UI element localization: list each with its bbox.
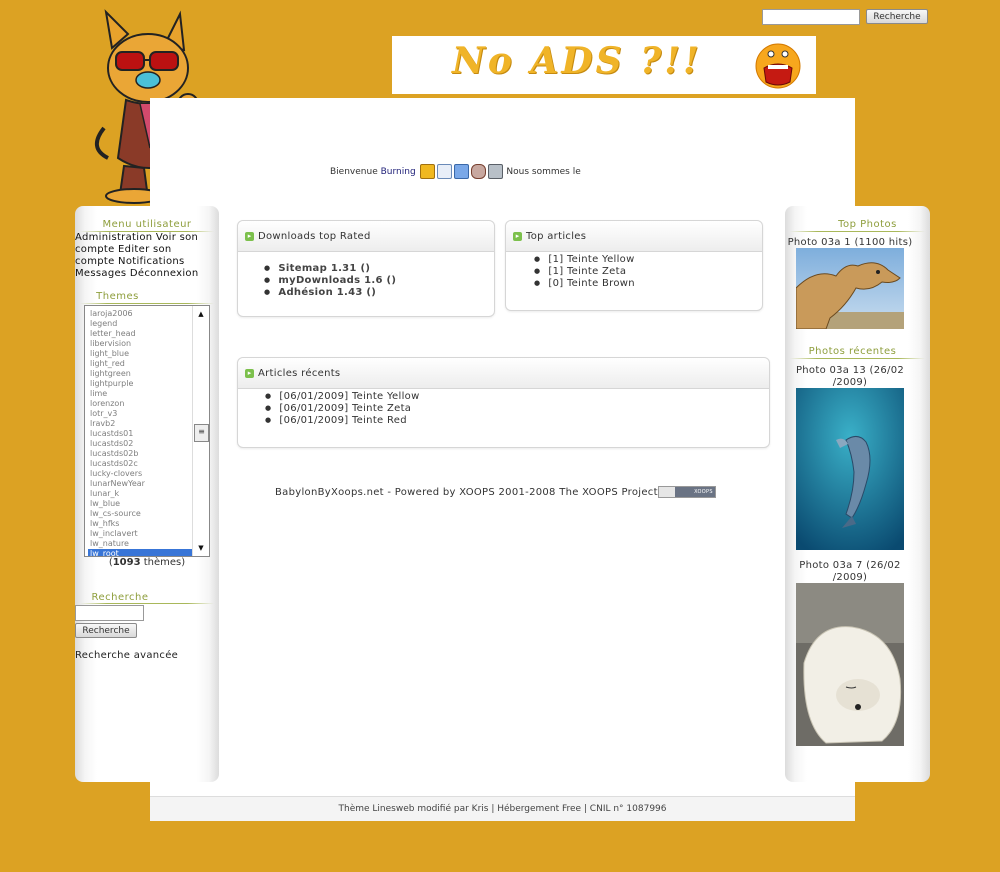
arrow-icon: ▸ — [245, 369, 254, 378]
theme-option[interactable]: lravb2 — [88, 419, 192, 429]
theme-option[interactable]: lightpurple — [88, 379, 192, 389]
divider — [80, 303, 214, 304]
theme-option[interactable]: lucastds01 — [88, 429, 192, 439]
list-item[interactable]: Adhésion 1.43 () — [264, 287, 396, 299]
no-ads-banner[interactable]: No ADS ?!! — [392, 36, 816, 94]
block-title: Top articles — [526, 231, 587, 242]
recent-articles-block: ▸ Articles récents [06/01/2009] Teinte Ye… — [237, 357, 770, 448]
wrench-icon[interactable] — [487, 164, 503, 179]
theme-option[interactable]: light_blue — [88, 349, 192, 359]
theme-option[interactable]: libervision — [88, 339, 192, 349]
list-item[interactable]: [0] Teinte Brown — [534, 278, 635, 290]
theme-option[interactable]: lucastds02b — [88, 449, 192, 459]
recent-photos-title: Photos récentes — [808, 346, 897, 357]
downloads-block: ▸ Downloads top Rated Sitemap 1.31 () myD… — [237, 220, 495, 317]
mail-icon[interactable] — [436, 164, 452, 179]
theme-option[interactable]: lightgreen — [88, 369, 192, 379]
welcome-bar: Bienvenue Burning Nous sommes le — [330, 164, 581, 179]
scroll-down-icon[interactable]: ▼ — [195, 542, 207, 554]
downloads-list: Sitemap 1.31 () myDownloads 1.6 () Adhés… — [264, 263, 396, 299]
welcome-prefix: Bienvenue — [330, 167, 378, 177]
list-item[interactable]: [06/01/2009] Teinte Yellow — [265, 391, 420, 403]
scroll-thumb[interactable]: ≡ — [194, 424, 209, 442]
theme-option[interactable]: lucastds02 — [88, 439, 192, 449]
arrow-icon: ▸ — [513, 232, 522, 241]
shouting-smiley-icon — [755, 43, 801, 89]
themes-title: Themes — [96, 291, 139, 302]
list-item[interactable]: myDownloads 1.6 () — [264, 275, 396, 287]
camel-photo[interactable] — [796, 248, 904, 329]
divider — [790, 358, 925, 359]
block-title: Downloads top Rated — [258, 231, 371, 242]
top-search-button[interactable]: Recherche — [866, 9, 928, 24]
username-link[interactable]: Burning — [381, 167, 416, 177]
top-photos-title: Top Photos — [838, 219, 897, 230]
main-content-area — [150, 98, 855, 798]
divider — [80, 603, 214, 604]
theme-option[interactable]: light_red — [88, 359, 192, 369]
themes-count: (1093 thèmes) — [108, 557, 186, 568]
theme-option[interactable]: lucastds02c — [88, 459, 192, 469]
list-item[interactable]: [1] Teinte Yellow — [534, 254, 635, 266]
theme-option[interactable]: lucky-clovers — [88, 469, 192, 479]
theme-option[interactable]: legend — [88, 319, 192, 329]
theme-option[interactable]: lime — [88, 389, 192, 399]
theme-option[interactable]: letter_head — [88, 329, 192, 339]
theme-option[interactable]: lw_root — [88, 549, 192, 556]
theme-option[interactable]: lunar_k — [88, 489, 192, 499]
usermenu-links[interactable]: Administration Voir son compte Editer so… — [75, 232, 210, 280]
list-item[interactable]: [06/01/2009] Teinte Zeta — [265, 403, 420, 415]
scroll-up-icon[interactable]: ▲ — [195, 308, 207, 320]
user-icon[interactable] — [470, 164, 486, 179]
theme-option[interactable]: lw_cs-source — [88, 509, 192, 519]
top-articles-list: [1] Teinte Yellow [1] Teinte Zeta [0] Te… — [534, 254, 635, 290]
lock-icon[interactable] — [419, 164, 435, 179]
theme-option[interactable]: lw_nature — [88, 539, 192, 549]
themes-scrollbar[interactable]: ▲ ≡ ▼ — [192, 306, 209, 556]
themes-select-list[interactable]: laroja2006 legend letter_head libervision li… — [84, 305, 210, 557]
powered-by-text: BabylonByXoops.net - Powered by XOOPS 20… — [275, 486, 716, 498]
photo-caption: Photo 03a 7 (26/02 /2009) — [799, 560, 901, 583]
theme-option[interactable]: lorenzon — [88, 399, 192, 409]
theme-option[interactable]: lw_blue — [88, 499, 192, 509]
theme-option[interactable]: lotr_v3 — [88, 409, 192, 419]
theme-option[interactable]: lw_hfks — [88, 519, 192, 529]
recent-articles-list: [06/01/2009] Teinte Yellow [06/01/2009] … — [265, 391, 420, 427]
list-item[interactable]: [1] Teinte Zeta — [534, 266, 635, 278]
search-input[interactable] — [75, 605, 144, 621]
xoops-badge[interactable]: XOOPS — [657, 486, 716, 498]
footer: Thème Linesweb modifié par Kris | Héberg… — [150, 796, 855, 821]
divider — [790, 231, 925, 232]
top-search-input[interactable] — [762, 9, 860, 25]
top-articles-block: ▸ Top articles [1] Teinte Yellow [1] Tein… — [505, 220, 763, 311]
theme-option[interactable]: lunarNewYear — [88, 479, 192, 489]
polar-bear-photo[interactable] — [796, 583, 904, 746]
list-item[interactable]: [06/01/2009] Teinte Red — [265, 415, 420, 427]
search-title: Recherche — [91, 592, 149, 603]
welcome-suffix: Nous sommes le — [506, 167, 581, 177]
list-item[interactable]: Sitemap 1.31 () — [264, 263, 396, 275]
arrow-icon: ▸ — [245, 232, 254, 241]
block-title: Articles récents — [258, 368, 341, 379]
theme-option[interactable]: lw_inclavert — [88, 529, 192, 539]
theme-option[interactable]: laroja2006 — [88, 309, 192, 319]
search-button[interactable]: Recherche — [75, 623, 137, 638]
messages-icon[interactable] — [453, 164, 469, 179]
banner-text: No ADS ?!! — [452, 40, 702, 82]
dolphin-photo[interactable] — [796, 388, 904, 550]
usermenu-title: Menu utilisateur — [102, 219, 192, 230]
photo-caption: Photo 03a 13 (26/02 /2009) — [795, 365, 905, 388]
advanced-search-link[interactable]: Recherche avancée — [75, 650, 178, 661]
